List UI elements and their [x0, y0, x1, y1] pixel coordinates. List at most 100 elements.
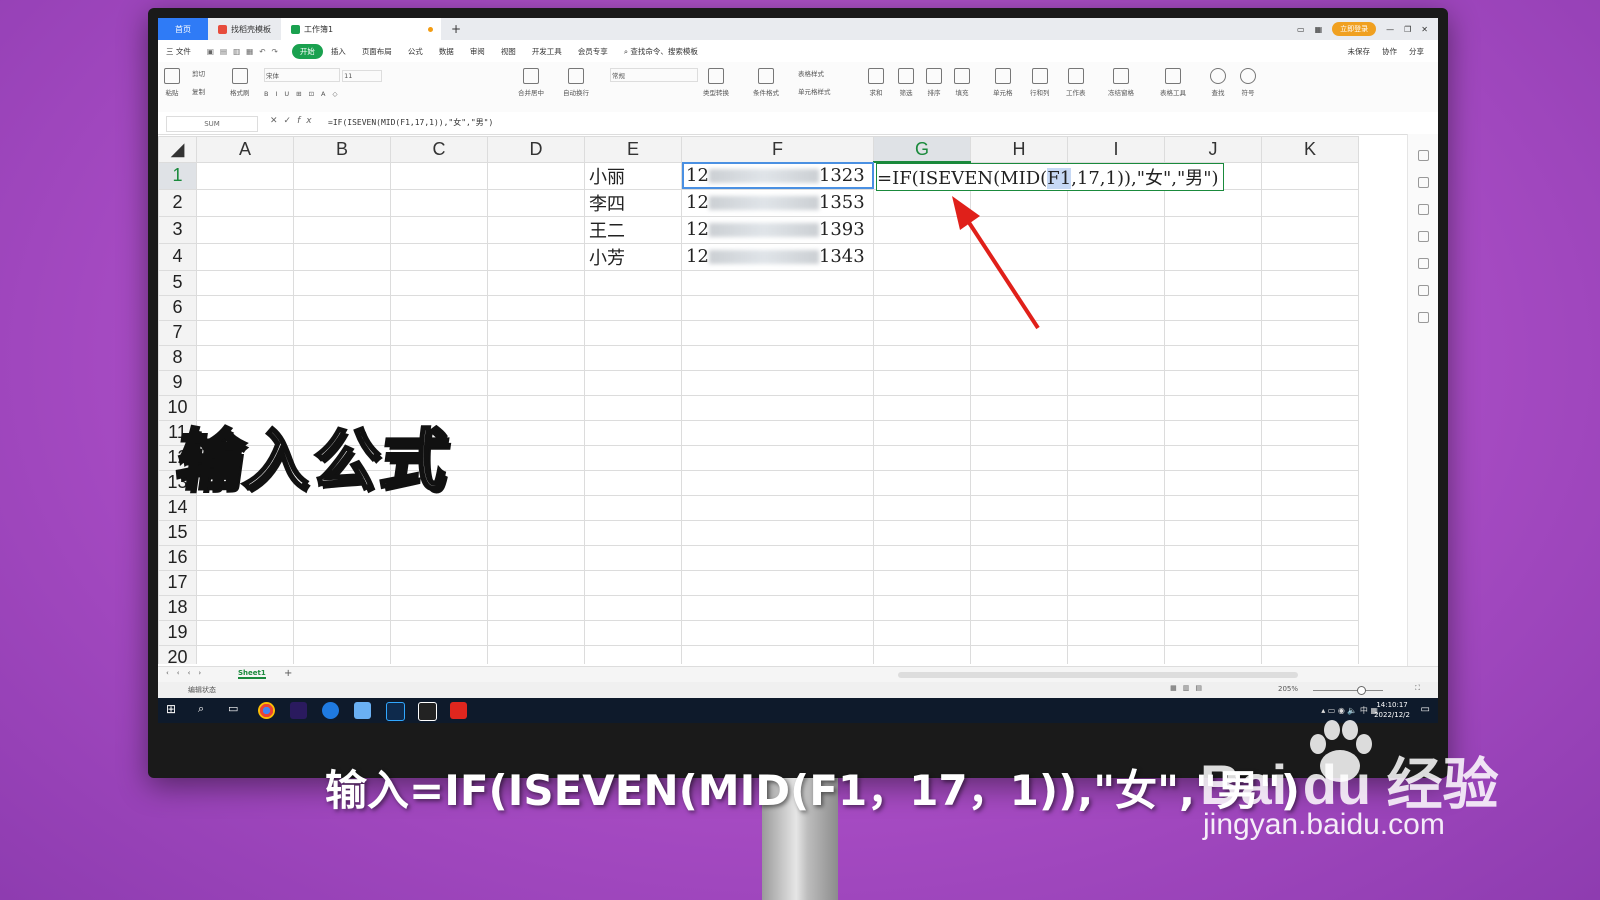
- symbol-button[interactable]: 符号: [1240, 68, 1256, 97]
- col-header-a[interactable]: A: [196, 136, 294, 163]
- cell[interactable]: [681, 419, 874, 446]
- collab-button[interactable]: 协作: [1382, 46, 1397, 57]
- cell[interactable]: [1067, 269, 1165, 296]
- cell[interactable]: [873, 594, 971, 621]
- fill-button[interactable]: 填充: [954, 68, 970, 97]
- cell[interactable]: [1164, 519, 1262, 546]
- cell[interactable]: [1164, 242, 1262, 271]
- cell[interactable]: [681, 294, 874, 321]
- cell[interactable]: [873, 544, 971, 571]
- cell[interactable]: [873, 344, 971, 371]
- sheet-button[interactable]: 工作表: [1066, 68, 1086, 97]
- cell[interactable]: [1067, 344, 1165, 371]
- login-button[interactable]: 立即登录: [1332, 22, 1377, 36]
- tab-workbook[interactable]: 工作簿1: [281, 18, 441, 40]
- cell[interactable]: [1067, 469, 1165, 496]
- row-header[interactable]: 1: [158, 161, 197, 190]
- row-header[interactable]: 7: [158, 319, 197, 346]
- side-tool-icon[interactable]: [1417, 231, 1429, 242]
- select-all-corner[interactable]: ◢: [158, 136, 197, 163]
- cell[interactable]: [584, 319, 682, 346]
- cell[interactable]: [390, 569, 488, 596]
- wps-icon[interactable]: [450, 702, 467, 719]
- cell[interactable]: [681, 569, 874, 596]
- cell[interactable]: [681, 619, 874, 646]
- cell[interactable]: [1261, 419, 1359, 446]
- cell[interactable]: [970, 494, 1068, 521]
- task-view-icon[interactable]: ▭: [228, 702, 245, 719]
- cell[interactable]: [1261, 519, 1359, 546]
- close-icon[interactable]: ✕: [1421, 25, 1428, 34]
- cell[interactable]: [487, 569, 585, 596]
- cell[interactable]: [293, 242, 391, 271]
- cell[interactable]: [681, 469, 874, 496]
- phone-cell[interactable]: 12 1393: [681, 215, 874, 244]
- phone-cell[interactable]: 12 1343: [681, 242, 874, 271]
- cell[interactable]: [1067, 544, 1165, 571]
- cell-style-label[interactable]: 单元格样式: [798, 88, 831, 96]
- cell[interactable]: [1067, 188, 1165, 217]
- side-tool-icon[interactable]: [1417, 312, 1429, 323]
- cell[interactable]: [584, 519, 682, 546]
- cell[interactable]: [1261, 444, 1359, 471]
- cell[interactable]: [1067, 594, 1165, 621]
- cell[interactable]: [487, 188, 585, 217]
- ime-indicator[interactable]: 中: [1360, 706, 1368, 715]
- cell[interactable]: [1164, 594, 1262, 621]
- cell[interactable]: [196, 215, 294, 244]
- cell[interactable]: [1067, 394, 1165, 421]
- clock[interactable]: 14:10:17 2022/12/2: [1374, 700, 1410, 720]
- cell[interactable]: [584, 444, 682, 471]
- cell[interactable]: [487, 242, 585, 271]
- sort-button[interactable]: 排序: [926, 68, 942, 97]
- cell[interactable]: [487, 494, 585, 521]
- cell[interactable]: [970, 394, 1068, 421]
- cell[interactable]: [584, 569, 682, 596]
- cell[interactable]: [1261, 242, 1359, 271]
- side-tool-icon[interactable]: [1417, 258, 1429, 269]
- chrome-icon[interactable]: [258, 702, 275, 719]
- cell[interactable]: [390, 242, 488, 271]
- cell[interactable]: [1261, 294, 1359, 321]
- cell[interactable]: [970, 569, 1068, 596]
- cell[interactable]: [1164, 369, 1262, 396]
- cell[interactable]: [1164, 494, 1262, 521]
- cell[interactable]: [681, 594, 874, 621]
- merge-button[interactable]: 合并居中: [518, 68, 544, 97]
- notification-icon[interactable]: ▭: [1421, 704, 1430, 715]
- col-header-j[interactable]: J: [1164, 136, 1262, 163]
- side-tool-icon[interactable]: [1417, 150, 1429, 161]
- cell[interactable]: [1067, 215, 1165, 244]
- cell[interactable]: [196, 344, 294, 371]
- cell[interactable]: [584, 269, 682, 296]
- cell[interactable]: [196, 519, 294, 546]
- cell[interactable]: [390, 188, 488, 217]
- cell[interactable]: [390, 215, 488, 244]
- cell[interactable]: [584, 644, 682, 664]
- cell[interactable]: [970, 344, 1068, 371]
- cell[interactable]: [1164, 569, 1262, 596]
- cell[interactable]: [196, 294, 294, 321]
- cell[interactable]: [196, 594, 294, 621]
- sum-button[interactable]: 求和: [868, 68, 884, 97]
- row-header[interactable]: 16: [158, 544, 197, 571]
- cell[interactable]: [681, 494, 874, 521]
- cell[interactable]: [487, 594, 585, 621]
- cell[interactable]: [1261, 394, 1359, 421]
- name-box[interactable]: SUM: [166, 116, 258, 132]
- share-button[interactable]: 分享: [1409, 46, 1424, 57]
- cut-copy-group[interactable]: 剪切 复制: [192, 68, 205, 96]
- edge-icon[interactable]: [322, 702, 339, 719]
- menu-member[interactable]: 会员专享: [570, 46, 616, 57]
- cell[interactable]: [970, 619, 1068, 646]
- cell[interactable]: [873, 519, 971, 546]
- cell[interactable]: [1067, 519, 1165, 546]
- font-select[interactable]: 宋体: [264, 68, 340, 82]
- formula-input[interactable]: =IF(ISEVEN(MID(F1,17,1)),"女","男"): [328, 117, 493, 128]
- rowcol-button[interactable]: 行和列: [1030, 68, 1050, 97]
- menu-search[interactable]: ⌕ 查找命令、搜索模板: [616, 46, 706, 57]
- paste-button[interactable]: 粘贴: [164, 68, 180, 97]
- cell[interactable]: [487, 519, 585, 546]
- cell[interactable]: [1261, 319, 1359, 346]
- cell[interactable]: [390, 544, 488, 571]
